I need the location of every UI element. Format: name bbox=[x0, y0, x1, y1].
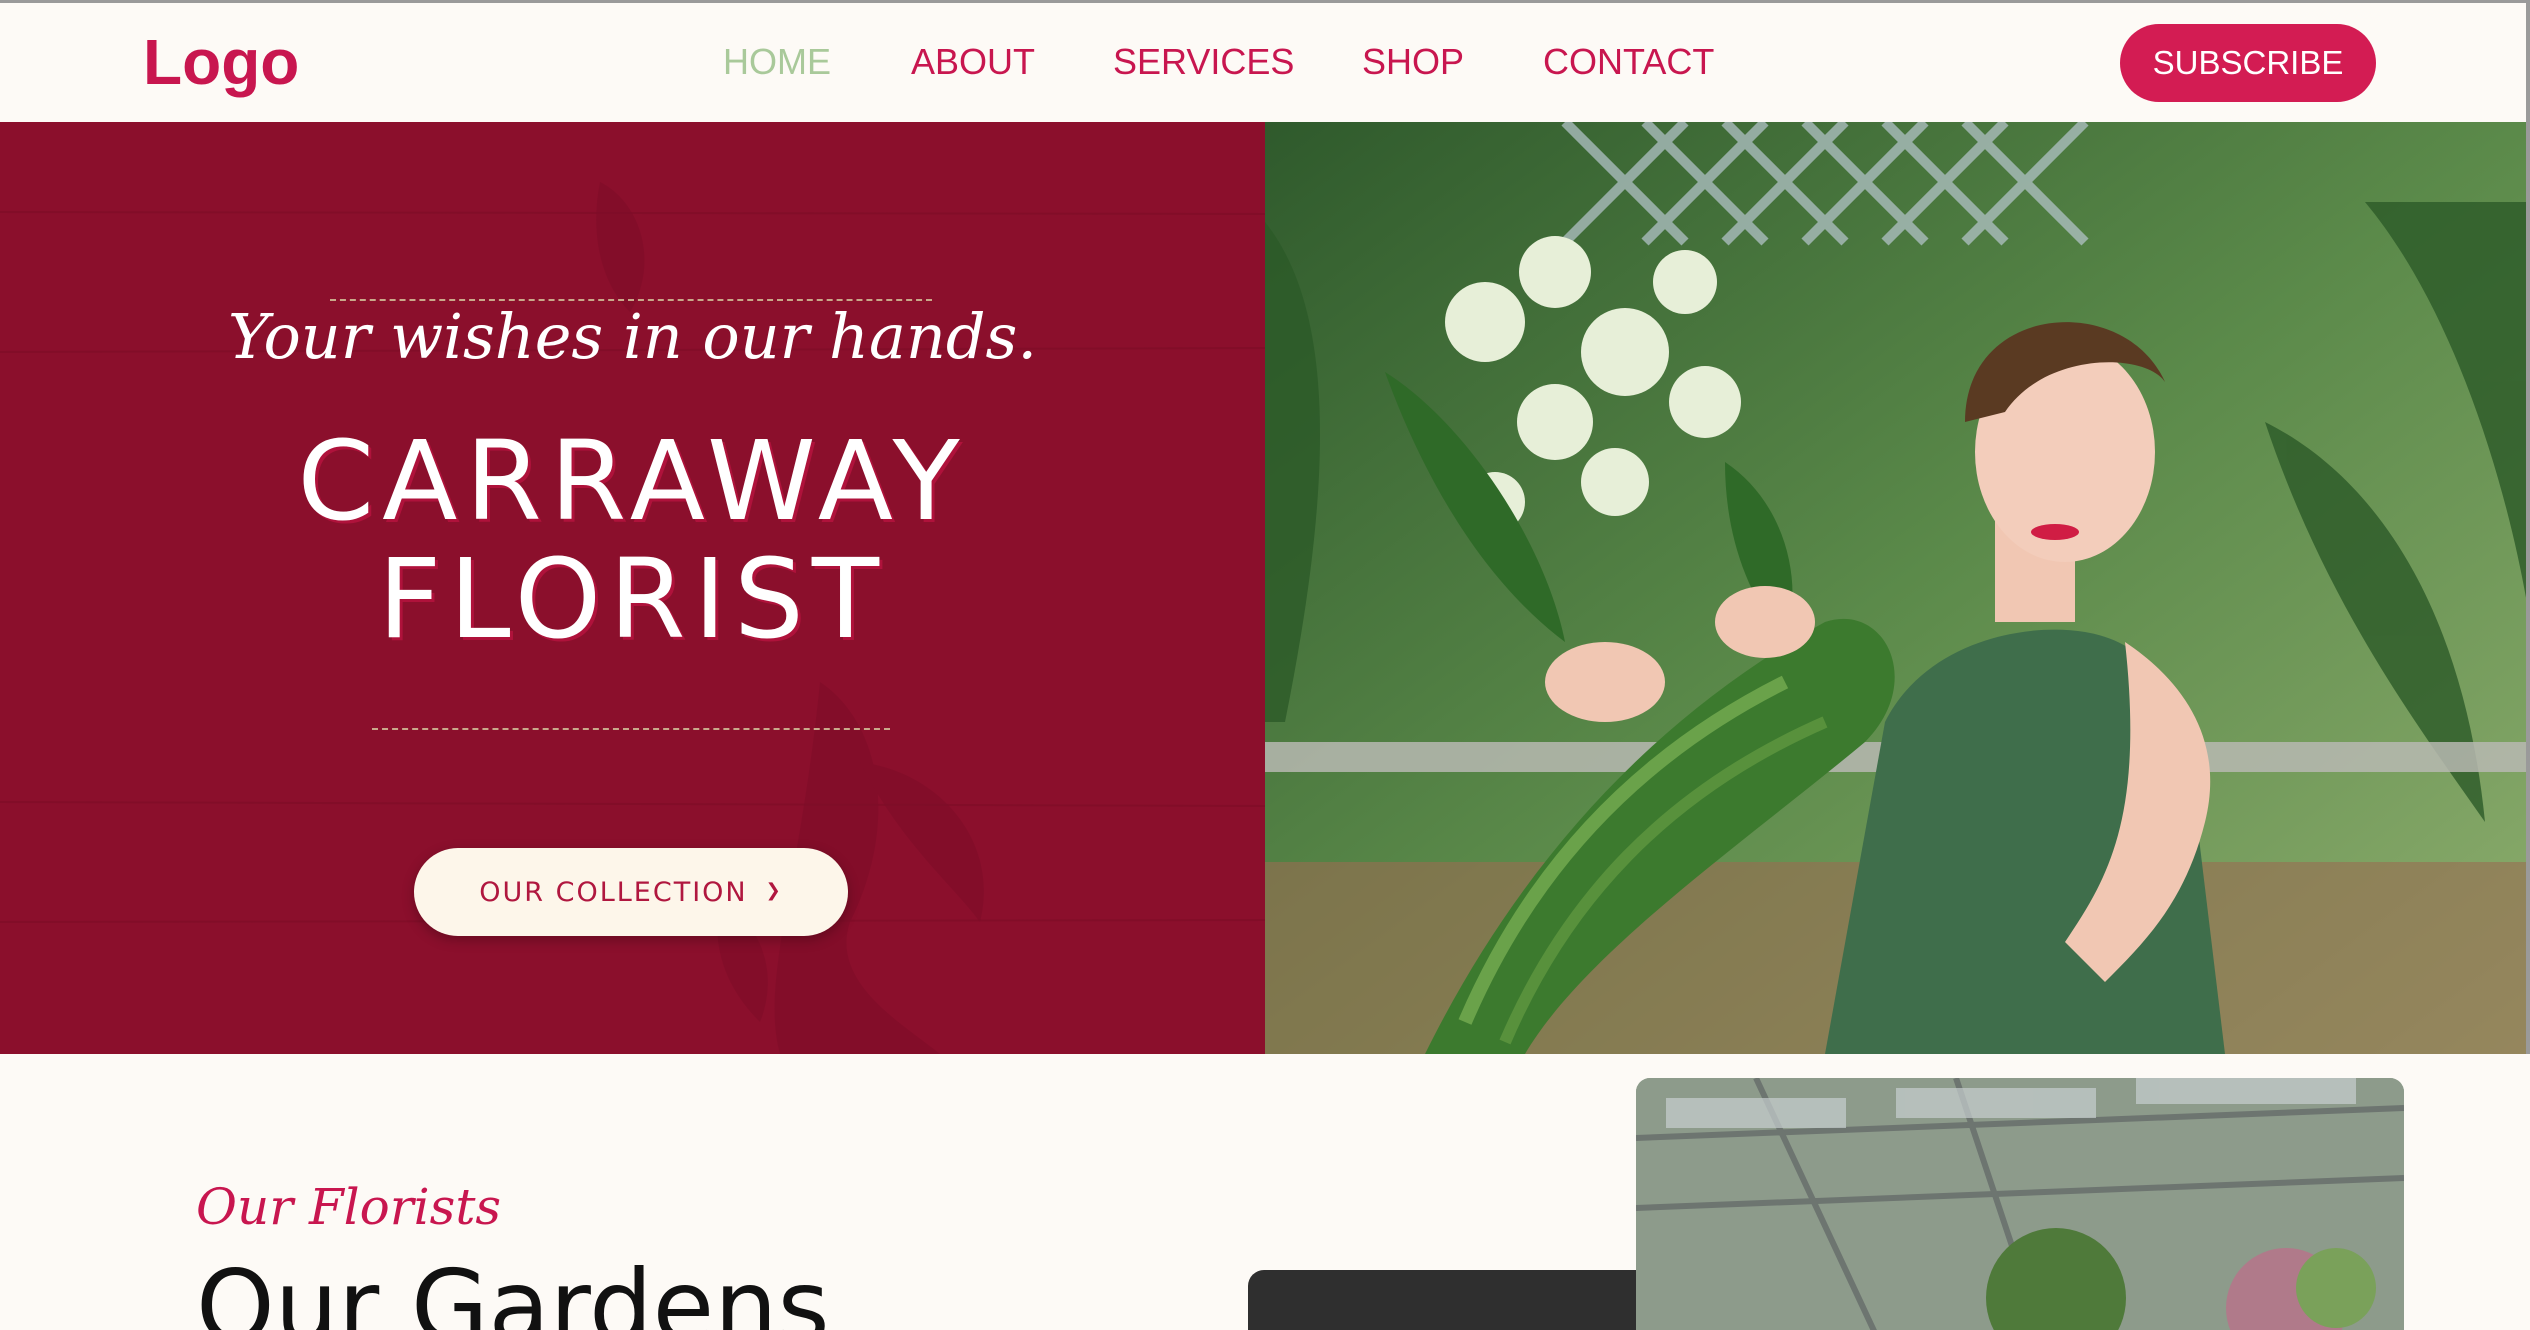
hero-photo bbox=[1265, 122, 2530, 1054]
section-subtitle: Our Florists bbox=[196, 1178, 502, 1236]
hero-title-line2: FLORIST bbox=[377, 535, 888, 663]
nav-services[interactable]: SERVICES bbox=[1113, 41, 1294, 83]
nav-home[interactable]: HOME bbox=[723, 41, 831, 83]
subscribe-button[interactable]: SUBSCRIBE bbox=[2120, 24, 2376, 102]
nav-shop[interactable]: SHOP bbox=[1362, 41, 1464, 83]
greenhouse-garden-image bbox=[1636, 1078, 2404, 1330]
logo[interactable]: Logo bbox=[143, 25, 299, 99]
our-collection-button[interactable]: OUR COLLECTION ❯ bbox=[414, 848, 848, 936]
site-header: Logo HOME ABOUT SERVICES SHOP CONTACT SU… bbox=[0, 0, 2530, 122]
hero-banner: Your wishes in our hands. CARRAWAY FLORI… bbox=[0, 122, 1265, 1054]
hero-tagline: Your wishes in our hands. bbox=[227, 300, 1038, 373]
our-collection-label: OUR COLLECTION bbox=[479, 876, 748, 908]
woman-holding-bouquet-image bbox=[1265, 122, 2526, 1054]
divider-bottom bbox=[372, 728, 890, 730]
chevron-down-icon: ❯ bbox=[765, 879, 783, 901]
nav-contact[interactable]: CONTACT bbox=[1543, 41, 1714, 83]
nav-about[interactable]: ABOUT bbox=[911, 41, 1035, 83]
hero-title-line1: CARRAWAY bbox=[297, 417, 968, 545]
section-title: Our Gardens bbox=[196, 1248, 830, 1330]
greenhouse-photo bbox=[1636, 1078, 2404, 1330]
hero-title: CARRAWAY FLORIST bbox=[0, 422, 1265, 658]
